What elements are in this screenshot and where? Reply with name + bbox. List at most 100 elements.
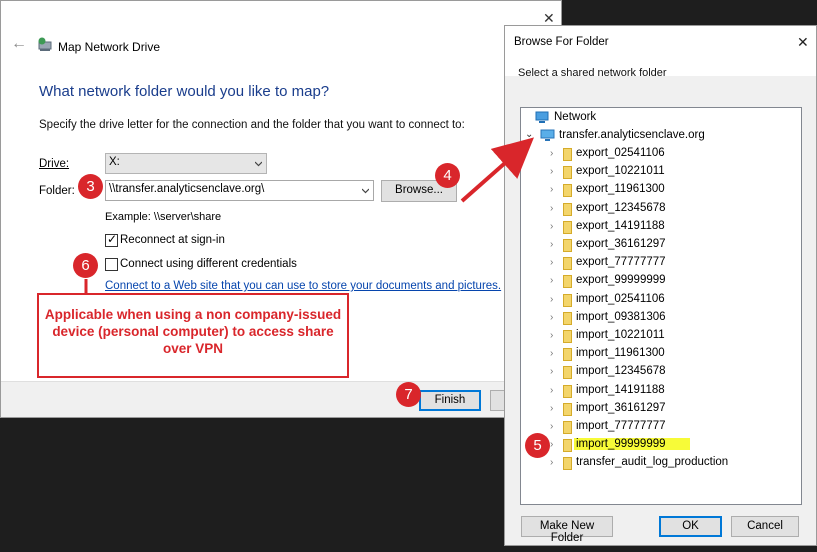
instructions-text: Select a shared network folder xyxy=(518,67,667,79)
folder-icon xyxy=(563,257,572,271)
folder-icon xyxy=(563,439,572,453)
tree-node-folder[interactable]: › export_02541106 xyxy=(550,147,665,161)
chevron-right-icon[interactable]: › xyxy=(550,148,553,159)
tree-node-folder[interactable]: › export_36161297 xyxy=(550,238,666,252)
ok-button[interactable]: OK xyxy=(659,516,722,537)
browse-for-folder-dialog: Browse For Folder ✕ Select a shared netw… xyxy=(504,25,817,546)
tree-node-label: transfer_audit_log_production xyxy=(576,456,729,469)
step-badge-5: 5 xyxy=(525,433,550,458)
tree-node-folder[interactable]: › import_09381306 xyxy=(550,310,666,325)
tree-node-folder[interactable]: › import_10221011 xyxy=(550,329,665,343)
tree-node-folder[interactable]: › export_10221011 xyxy=(550,165,665,180)
step-badge-4: 4 xyxy=(435,163,460,188)
checkmark-icon: ✓ xyxy=(107,232,118,246)
tree-node-label: import_02541106 xyxy=(576,292,665,305)
tree-node-folder[interactable]: › export_12345678 xyxy=(550,202,666,216)
chevron-right-icon[interactable]: › xyxy=(550,403,553,414)
dialog-header: Browse For Folder ✕ Select a shared netw… xyxy=(505,26,816,79)
finish-button[interactable]: Finish xyxy=(419,390,481,411)
chevron-right-icon[interactable]: › xyxy=(550,439,553,450)
chevron-right-icon[interactable]: › xyxy=(550,312,553,323)
computer-icon xyxy=(540,129,555,141)
tree-node-folder[interactable]: › import_14191188 xyxy=(550,384,665,398)
tree-node-label: export_77777777 xyxy=(576,256,666,269)
tree-node-folder[interactable]: › import_99999999 xyxy=(550,438,690,453)
tree-node-folder[interactable]: › import_02541106 xyxy=(550,292,665,307)
folder-icon xyxy=(563,402,572,416)
folder-icon xyxy=(563,239,572,252)
chevron-down-icon[interactable]: ⌄ xyxy=(525,129,533,140)
tree-node-label: import_11961300 xyxy=(576,347,665,360)
cancel-button[interactable]: Cancel xyxy=(731,516,799,537)
dialog-title: Browse For Folder xyxy=(514,36,609,48)
chevron-right-icon[interactable]: › xyxy=(550,257,553,268)
drive-select[interactable]: X: xyxy=(105,153,267,174)
tree-node-folder[interactable]: › import_12345678 xyxy=(550,365,666,380)
folder-icon xyxy=(563,202,572,216)
reconnect-label: Reconnect at sign-in xyxy=(120,234,225,246)
tree-node-label: export_36161297 xyxy=(576,238,666,250)
make-new-folder-button[interactable]: Make New Folder xyxy=(521,516,613,544)
make-new-folder-label: Make New Folder xyxy=(539,520,595,544)
dialog-title: Map Network Drive xyxy=(58,40,161,54)
folder-icon xyxy=(563,220,572,234)
folder-icon xyxy=(563,166,572,180)
tree-node-label: Network xyxy=(554,111,597,123)
chevron-right-icon[interactable]: › xyxy=(550,457,553,468)
tree-node-folder[interactable]: › export_77777777 xyxy=(550,256,666,271)
instructions-text: Specify the drive letter for the connect… xyxy=(39,119,465,131)
chevron-right-icon[interactable]: › xyxy=(550,366,553,377)
chevron-right-icon[interactable]: › xyxy=(550,166,553,177)
tree-node-label: export_02541106 xyxy=(576,147,665,159)
folder-icon xyxy=(563,421,572,434)
drive-select-value: X: xyxy=(109,156,120,168)
tree-node-folder[interactable]: › import_11961300 xyxy=(550,347,665,362)
tree-node-label: import_99999999 xyxy=(574,438,690,451)
chevron-right-icon[interactable]: › xyxy=(550,239,553,250)
chevron-right-icon[interactable]: › xyxy=(550,385,553,396)
folder-icon xyxy=(563,348,572,362)
tree-node-folder[interactable]: › import_77777777 xyxy=(550,420,666,434)
network-drive-icon xyxy=(38,37,52,51)
tree-node-server[interactable]: ⌄ transfer.analyticsenclave.org xyxy=(525,129,705,141)
folder-input-value: \\transfer.analyticsenclave.org\ xyxy=(109,183,265,195)
tree-node-folder[interactable]: › import_36161297 xyxy=(550,401,666,416)
tree-node-label: transfer.analyticsenclave.org xyxy=(559,129,705,141)
tree-node-folder[interactable]: › export_99999999 xyxy=(550,274,666,289)
reconnect-checkbox[interactable]: ✓ xyxy=(105,232,118,247)
tree-node-folder[interactable]: › export_11961300 xyxy=(550,183,665,198)
chevron-right-icon[interactable]: › xyxy=(550,221,553,232)
example-text: Example: \\server\share xyxy=(105,211,222,223)
folder-tree[interactable]: Network ⌄ transfer.analyticsenclave.org … xyxy=(520,107,802,505)
chevron-down-icon xyxy=(255,161,262,167)
tree-node-folder[interactable]: › transfer_audit_log_production xyxy=(550,456,729,471)
back-arrow-icon[interactable]: ← xyxy=(11,35,27,53)
chevron-right-icon[interactable]: › xyxy=(550,348,553,359)
folder-icon xyxy=(563,184,572,198)
tree-node-label: export_10221011 xyxy=(576,165,665,178)
chevron-right-icon[interactable]: › xyxy=(550,184,553,195)
website-link[interactable]: Connect to a Web site that you can use t… xyxy=(105,280,501,292)
folder-icon xyxy=(563,275,572,289)
folder-icon xyxy=(563,311,572,325)
network-icon xyxy=(535,111,549,123)
credentials-label: Connect using different credentials xyxy=(120,258,297,270)
chevron-right-icon[interactable]: › xyxy=(550,421,553,432)
tree-node-folder[interactable]: › export_14191188 xyxy=(550,219,665,234)
close-icon[interactable]: ✕ xyxy=(797,34,809,51)
chevron-right-icon[interactable]: › xyxy=(550,294,553,305)
credentials-checkbox[interactable] xyxy=(105,258,118,271)
step-badge-7: 7 xyxy=(396,382,421,407)
folder-input[interactable]: \\transfer.analyticsenclave.org\ xyxy=(105,180,374,201)
tree-node-label: export_14191188 xyxy=(576,219,665,232)
tree-node-label: export_11961300 xyxy=(576,183,665,196)
tree-node-network[interactable]: Network xyxy=(535,111,597,123)
folder-icon xyxy=(563,457,572,471)
tree-node-label: import_36161297 xyxy=(576,401,666,414)
tree-node-label: import_12345678 xyxy=(576,365,666,378)
tree-node-label: import_09381306 xyxy=(576,310,666,323)
folder-icon xyxy=(563,366,572,380)
chevron-right-icon[interactable]: › xyxy=(550,275,553,286)
chevron-right-icon[interactable]: › xyxy=(550,203,553,214)
chevron-right-icon[interactable]: › xyxy=(550,330,553,341)
